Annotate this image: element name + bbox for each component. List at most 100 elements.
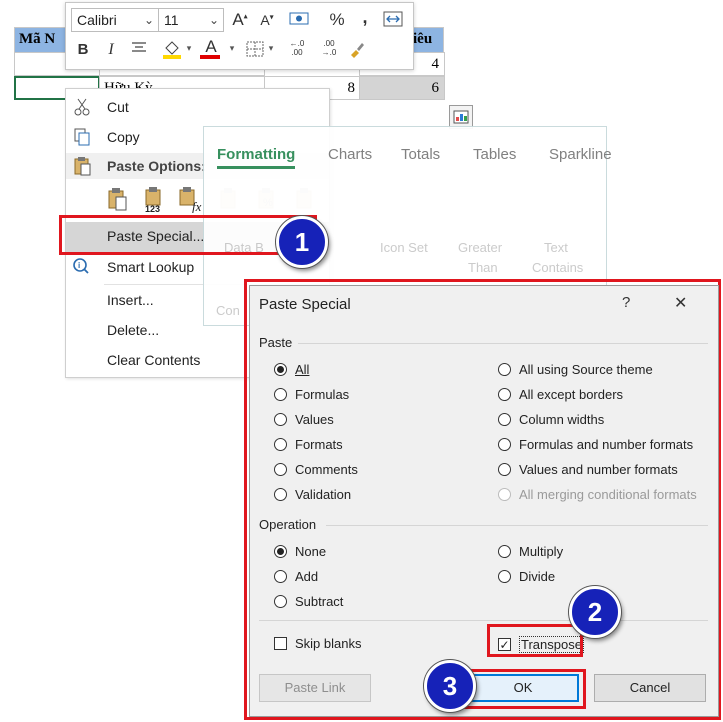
tab-formatting[interactable]: Formatting [217,146,296,169]
help-button[interactable]: ? [622,294,630,311]
radio-none[interactable]: None [274,544,326,559]
paste-section-label: Paste [259,335,293,350]
radio-multiply-circle[interactable] [498,545,511,558]
chevron-down-icon[interactable]: ⌄ [144,9,154,31]
menu-item-insert[interactable]: Insert... [107,292,154,308]
radio-all[interactable]: All [274,362,309,377]
radio-add[interactable]: Add [274,569,318,584]
radio-column-widths[interactable]: Column widths [498,412,604,427]
grow-font-button[interactable]: A▴ [232,10,248,30]
radio-subtract[interactable]: Subtract [274,594,343,609]
format-painter-button[interactable] [346,39,368,63]
radio-divide[interactable]: Divide [498,569,555,584]
menu-item-cut[interactable]: Cut [107,99,129,115]
font-color-button[interactable]: A [200,37,222,59]
step-1-number: 1 [294,227,310,257]
radio-column-widths-circle[interactable] [498,413,511,426]
tab-tables[interactable]: Tables [473,146,516,163]
percent-icon: % [329,10,345,29]
radio-formulas-number-formats-circle[interactable] [498,438,511,451]
cancel-button[interactable]: Cancel [594,674,706,702]
checkbox-skip-blanks[interactable]: Skip blanks [274,636,361,651]
radio-all-except-borders-label: All except borders [519,387,624,402]
radio-comments[interactable]: Comments [274,462,358,477]
fill-color-dropdown[interactable]: ▾ [184,43,194,54]
radio-all-except-borders[interactable]: All except borders [498,387,623,402]
close-button[interactable]: ✕ [674,293,687,313]
row2-value-text: 6 [431,80,440,96]
svg-text:123: 123 [145,204,160,213]
skip-blanks-box[interactable] [274,637,287,650]
decrease-decimal-button[interactable]: .00 →.0 [316,39,342,57]
paste-option-values-icon[interactable]: 123 [142,187,168,214]
radio-add-label: Add [295,569,319,584]
radio-comments-circle[interactable] [274,463,287,476]
number-format-button[interactable] [285,10,315,32]
tab-charts-label: Charts [328,146,373,163]
chevron-down-icon[interactable]: ⌄ [209,9,219,31]
menu-item-smart-lookup[interactable]: Smart Lookup [107,259,194,275]
radio-subtract-label: Subtract [295,594,344,609]
italic-button[interactable]: I [104,41,118,59]
comma-icon: , [362,7,368,27]
menu-item-clear-contents[interactable]: Clear Contents [107,352,200,368]
merge-center-button[interactable] [382,11,404,31]
radio-multiply[interactable]: Multiply [498,544,563,559]
header-cell-left[interactable]: Mã N [14,27,66,53]
delete-label: Delete... [107,322,160,338]
tab-formatting-label: Formatting [217,146,296,163]
radio-all-merging-conditional[interactable]: All merging conditional formats [498,487,697,502]
menu-item-delete[interactable]: Delete... [107,322,159,338]
radio-divide-circle[interactable] [498,570,511,583]
borders-dropdown[interactable]: ▾ [266,43,276,54]
paste-option-paste-icon[interactable] [106,187,130,213]
header-cell-right[interactable]: iêu [410,27,444,53]
radio-none-circle[interactable] [274,545,287,558]
tab-sparklines[interactable]: Sparkline [549,146,612,163]
bold-icon: B [77,41,89,58]
radio-values-circle[interactable] [274,413,287,426]
menu-item-copy[interactable]: Copy [107,129,140,145]
radio-subtract-circle[interactable] [274,595,287,608]
radio-all-merging-conditional-label: All merging conditional formats [519,487,697,502]
borders-button[interactable] [245,41,265,61]
operation-section-line [326,525,708,526]
paste-link-button[interactable]: Paste Link [259,674,371,702]
radio-validation-circle[interactable] [274,488,287,501]
ghost-greater: Greater [458,240,502,255]
align-center-button[interactable] [130,41,148,59]
radio-formulas-circle[interactable] [274,388,287,401]
percent-style-button[interactable]: % [327,10,347,30]
radio-formats-circle[interactable] [274,438,287,451]
paste-option-formulas-icon[interactable]: fx [178,187,204,214]
radio-all-merging-conditional-circle[interactable] [498,488,511,501]
copy-label: Copy [107,129,140,145]
fill-color-button[interactable] [158,38,186,64]
radio-all-source-theme[interactable]: All using Source theme [498,362,653,377]
radio-formulas[interactable]: Formulas [274,387,349,402]
ghost-contains-text: Contains [532,260,584,275]
tab-totals[interactable]: Totals [401,146,440,163]
tab-charts[interactable]: Charts [328,146,372,163]
radio-values[interactable]: Values [274,412,334,427]
increase-decimal-button[interactable]: ←.0 .00 [284,39,310,57]
active-tab-underline [217,166,296,169]
cell-row2-value[interactable]: 6 [359,76,445,100]
fill-bucket-icon [163,41,181,59]
radio-values-number-formats[interactable]: Values and number formats [498,462,678,477]
radio-formulas-number-formats[interactable]: Formulas and number formats [498,437,693,452]
paste-section-line [298,343,708,344]
comma-style-button[interactable]: , [358,7,372,28]
radio-validation[interactable]: Validation [274,487,351,502]
radio-add-circle[interactable] [274,570,287,583]
radio-all-except-borders-circle[interactable] [498,388,511,401]
radio-formats[interactable]: Formats [274,437,343,452]
radio-all-source-theme-circle[interactable] [498,363,511,376]
font-name-box[interactable]: Calibri ⌄ [71,8,159,32]
shrink-font-button[interactable]: A▾ [259,12,275,28]
radio-all-circle[interactable] [274,363,287,376]
bold-button[interactable]: B [76,41,90,58]
radio-values-number-formats-circle[interactable] [498,463,511,476]
font-size-box[interactable]: 11 ⌄ [158,8,224,32]
font-color-dropdown[interactable]: ▾ [227,43,237,54]
